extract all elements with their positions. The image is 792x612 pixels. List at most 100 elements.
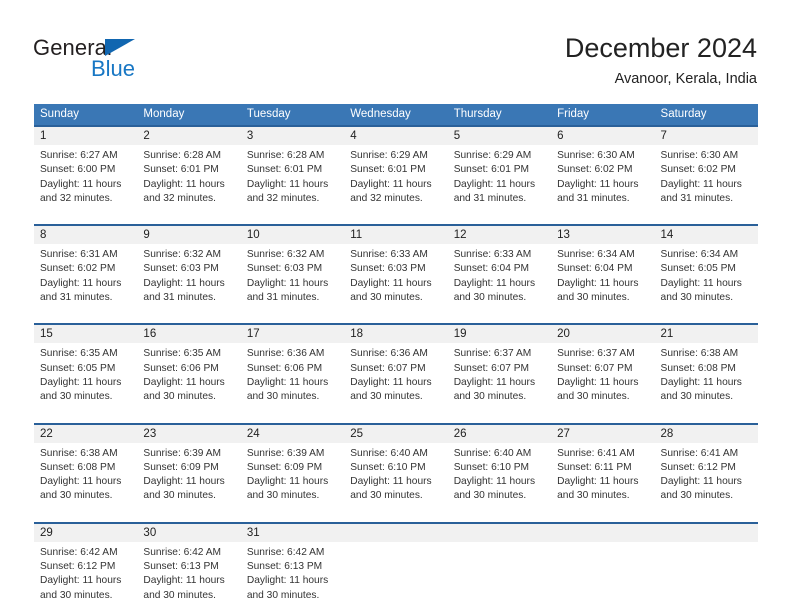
calendar-day-cell[interactable]: 8 Sunrise: 6:31 AM Sunset: 6:02 PM Daylight… — [34, 226, 138, 313]
day-number: 12 — [447, 226, 552, 245]
calendar-day-cell[interactable]: 7 Sunrise: 6:30 AM Sunset: 6:02 PM Daylight… — [654, 127, 758, 214]
sunset-text: Sunset: 6:12 PM — [40, 561, 116, 573]
sunset-text: Sunset: 6:01 PM — [453, 164, 530, 176]
day-info: Sunrise: 6:29 AM Sunset: 6:01 PM Daylight:… — [448, 145, 551, 213]
day-number — [447, 523, 552, 542]
daylight-text-line2: and 31 minutes. — [246, 292, 320, 304]
sunrise-text: Sunrise: 6:38 AM — [40, 447, 118, 459]
dow-sunday: Sunday — [40, 108, 80, 120]
daylight-text-line2: and 30 minutes. — [350, 292, 423, 304]
day-number: 3 — [240, 127, 345, 145]
calendar-day-cell[interactable]: 18 Sunrise: 6:36 AM Sunset: 6:07 PM Dayligh… — [344, 325, 448, 412]
calendar-day-cell[interactable]: 21 Sunrise: 6:38 AM Sunset: 6:08 PM Dayligh… — [654, 325, 758, 412]
general-blue-logo[interactable]: General Blue — [33, 36, 263, 88]
day-info: Sunrise: 6:30 AM Sunset: 6:02 PM Daylight:… — [655, 145, 758, 213]
daylight-text-line1: Daylight: 11 hours — [557, 277, 639, 289]
sunset-text: Sunset: 6:00 PM — [40, 164, 116, 176]
day-number: 25 — [344, 424, 448, 443]
sunrise-text: Sunrise: 6:31 AM — [40, 249, 118, 261]
daylight-text-line2: and 32 minutes. — [246, 192, 320, 204]
day-number: 6 — [551, 127, 655, 145]
sunrise-text: Sunrise: 6:36 AM — [246, 348, 325, 360]
sunset-text: Sunset: 6:12 PM — [660, 461, 736, 473]
daylight-text-line1: Daylight: 11 hours — [350, 178, 432, 190]
calendar-day-cell[interactable]: 14 Sunrise: 6:34 AM Sunset: 6:05 PM Dayligh… — [654, 226, 758, 313]
day-number: 22 — [34, 424, 138, 443]
sunrise-text: Sunrise: 6:41 AM — [660, 447, 739, 459]
day-number: 17 — [240, 325, 345, 344]
sunrise-text: Sunrise: 6:32 AM — [143, 249, 222, 261]
daylight-text-line1: Daylight: 11 hours — [350, 376, 432, 388]
day-info: Sunrise: 6:28 AM Sunset: 6:01 PM Daylight:… — [241, 145, 344, 213]
daylight-text-line2: and 32 minutes. — [143, 192, 216, 204]
day-info: Sunrise: 6:32 AM Sunset: 6:03 PM Daylight:… — [137, 244, 240, 312]
calendar-day-cell[interactable]: 28 Sunrise: 6:41 AM Sunset: 6:12 PM Dayligh… — [654, 424, 758, 511]
sunset-text: Sunset: 6:03 PM — [350, 263, 426, 275]
calendar-day-cell[interactable]: 12 Sunrise: 6:33 AM Sunset: 6:04 PM Dayligh… — [447, 226, 552, 313]
calendar-day-cell[interactable]: 30 Sunrise: 6:42 AM Sunset: 6:13 PM Dayligh… — [137, 523, 241, 610]
sunrise-text: Sunrise: 6:29 AM — [453, 150, 532, 161]
daylight-text-line1: Daylight: 11 hours — [143, 277, 225, 289]
sunrise-text: Sunrise: 6:30 AM — [557, 150, 635, 161]
calendar-day-cell-empty — [344, 523, 448, 610]
sunset-text: Sunset: 6:07 PM — [557, 362, 633, 374]
day-number: 29 — [34, 523, 138, 542]
calendar-day-cell[interactable]: 1 Sunrise: 6:27 AM Sunset: 6:00 PM Daylight… — [34, 127, 138, 214]
calendar-day-cell[interactable]: 20 Sunrise: 6:37 AM Sunset: 6:07 PM Dayligh… — [551, 325, 655, 412]
daylight-text-line1: Daylight: 11 hours — [40, 376, 122, 388]
sunrise-text: Sunrise: 6:42 AM — [40, 546, 118, 558]
daylight-text-line1: Daylight: 11 hours — [557, 178, 639, 190]
calendar-day-cell[interactable]: 27 Sunrise: 6:41 AM Sunset: 6:11 PM Dayligh… — [551, 424, 655, 511]
day-info: Sunrise: 6:35 AM Sunset: 6:06 PM Daylight:… — [137, 343, 240, 411]
calendar-week-row: 22 Sunrise: 6:38 AM Sunset: 6:08 PM Dayligh… — [34, 422, 758, 511]
calendar-day-cell[interactable]: 6 Sunrise: 6:30 AM Sunset: 6:02 PM Daylight… — [551, 127, 655, 214]
daylight-text-line1: Daylight: 11 hours — [453, 178, 536, 190]
sunrise-text: Sunrise: 6:34 AM — [660, 249, 739, 261]
calendar-day-cell[interactable]: 13 Sunrise: 6:34 AM Sunset: 6:04 PM Dayligh… — [551, 226, 655, 313]
daylight-text-line1: Daylight: 11 hours — [660, 476, 742, 488]
calendar-day-cell[interactable]: 17 Sunrise: 6:36 AM Sunset: 6:06 PM Dayligh… — [240, 325, 345, 412]
calendar-week-row: 1 Sunrise: 6:27 AM Sunset: 6:00 PM Daylight… — [34, 125, 758, 214]
calendar-day-cell[interactable]: 9 Sunrise: 6:32 AM Sunset: 6:03 PM Daylight… — [137, 226, 241, 313]
daylight-text-line2: and 31 minutes. — [660, 192, 734, 204]
calendar-day-cell[interactable]: 25 Sunrise: 6:40 AM Sunset: 6:10 PM Dayligh… — [344, 424, 448, 511]
day-info: Sunrise: 6:33 AM Sunset: 6:04 PM Daylight:… — [448, 244, 551, 312]
calendar-day-cell[interactable]: 11 Sunrise: 6:33 AM Sunset: 6:03 PM Dayligh… — [344, 226, 448, 313]
sunrise-text: Sunrise: 6:32 AM — [246, 249, 325, 261]
sunset-text: Sunset: 6:03 PM — [143, 263, 219, 275]
day-info: Sunrise: 6:35 AM Sunset: 6:05 PM Daylight:… — [34, 343, 137, 411]
day-of-week-header-row: Sunday Monday Tuesday Wednesday Thursday… — [34, 104, 758, 125]
day-info: Sunrise: 6:42 AM Sunset: 6:13 PM Daylight:… — [137, 542, 240, 610]
daylight-text-line1: Daylight: 11 hours — [143, 376, 225, 388]
day-info: Sunrise: 6:31 AM Sunset: 6:02 PM Daylight:… — [34, 244, 137, 312]
calendar-day-cell[interactable]: 10 Sunrise: 6:32 AM Sunset: 6:03 PM Dayligh… — [240, 226, 345, 313]
dow-tuesday: Tuesday — [246, 108, 291, 120]
sunset-text: Sunset: 6:09 PM — [246, 461, 323, 473]
calendar-day-cell[interactable]: 5 Sunrise: 6:29 AM Sunset: 6:01 PM Daylight… — [447, 127, 552, 214]
day-number: 10 — [240, 226, 345, 245]
day-number: 28 — [654, 424, 758, 443]
calendar-day-cell-empty — [551, 523, 655, 610]
day-info: Sunrise: 6:41 AM Sunset: 6:11 PM Daylight:… — [551, 443, 654, 511]
logo-triangle-icon — [105, 39, 135, 56]
daylight-text-line2: and 30 minutes. — [453, 391, 527, 403]
calendar-day-cell[interactable]: 4 Sunrise: 6:29 AM Sunset: 6:01 PM Daylight… — [344, 127, 448, 214]
calendar-day-cell[interactable]: 26 Sunrise: 6:40 AM Sunset: 6:10 PM Dayligh… — [447, 424, 552, 511]
calendar-day-cell[interactable]: 24 Sunrise: 6:39 AM Sunset: 6:09 PM Dayligh… — [240, 424, 345, 511]
sunrise-text: Sunrise: 6:40 AM — [453, 447, 532, 459]
calendar-day-cell[interactable]: 29 Sunrise: 6:42 AM Sunset: 6:12 PM Dayligh… — [34, 523, 138, 610]
page-header: General Blue December 2024 Avanoor, Kera… — [0, 0, 792, 96]
sunrise-text: Sunrise: 6:38 AM — [660, 348, 739, 360]
daylight-text-line2: and 31 minutes. — [557, 192, 630, 204]
calendar-day-cell[interactable]: 3 Sunrise: 6:28 AM Sunset: 6:01 PM Daylight… — [240, 127, 345, 214]
calendar-day-cell[interactable]: 22 Sunrise: 6:38 AM Sunset: 6:08 PM Dayligh… — [34, 424, 138, 511]
daylight-text-line1: Daylight: 11 hours — [246, 178, 329, 190]
calendar-day-cell[interactable]: 2 Sunrise: 6:28 AM Sunset: 6:01 PM Daylight… — [137, 127, 241, 214]
calendar-day-cell[interactable]: 23 Sunrise: 6:39 AM Sunset: 6:09 PM Dayligh… — [137, 424, 241, 511]
calendar-day-cell[interactable]: 19 Sunrise: 6:37 AM Sunset: 6:07 PM Dayligh… — [447, 325, 552, 412]
day-info: Sunrise: 6:37 AM Sunset: 6:07 PM Daylight:… — [448, 343, 551, 411]
calendar-day-cell[interactable]: 15 Sunrise: 6:35 AM Sunset: 6:05 PM Dayligh… — [34, 325, 138, 412]
daylight-text-line2: and 30 minutes. — [143, 589, 216, 601]
calendar-day-cell[interactable]: 31 Sunrise: 6:42 AM Sunset: 6:13 PM Dayligh… — [240, 523, 345, 610]
calendar-day-cell[interactable]: 16 Sunrise: 6:35 AM Sunset: 6:06 PM Dayligh… — [137, 325, 241, 412]
